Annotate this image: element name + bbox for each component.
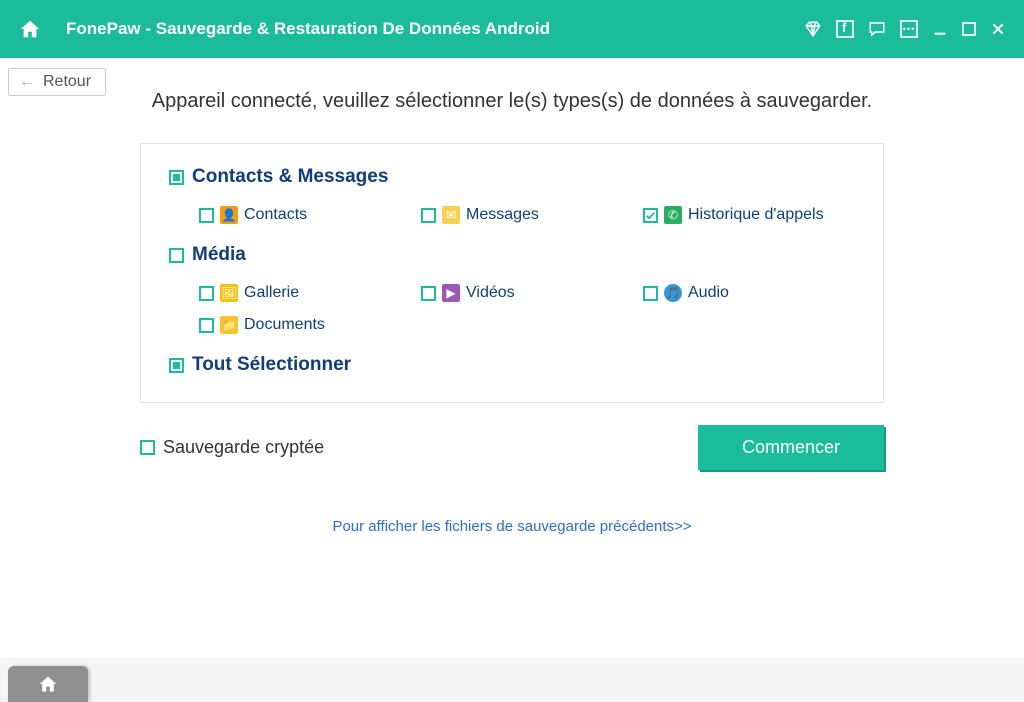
checkbox-category-media[interactable]: [169, 248, 184, 263]
bottom-home-tab[interactable]: [8, 666, 88, 702]
audio-icon: 🎵: [664, 284, 682, 302]
home-button[interactable]: [12, 11, 48, 47]
encrypted-backup-toggle[interactable]: Sauvegarde cryptée: [140, 437, 324, 458]
maximize-button[interactable]: [962, 22, 976, 36]
diamond-icon[interactable]: [804, 20, 822, 38]
body: ← Retour Appareil connecté, veuillez sél…: [0, 58, 1024, 658]
category-label: Média: [192, 244, 246, 266]
facebook-icon[interactable]: f: [836, 20, 854, 38]
close-button[interactable]: [990, 21, 1006, 37]
gallery-icon: 🖼: [220, 284, 238, 302]
checkbox-documents[interactable]: [199, 318, 214, 333]
checkbox-contacts[interactable]: [199, 208, 214, 223]
checkbox-encrypt[interactable]: [140, 440, 155, 455]
view-previous-backups-link[interactable]: Pour afficher les fichiers de sauvegarde…: [332, 518, 691, 535]
checkbox-call-log[interactable]: [643, 208, 658, 223]
category-select-all[interactable]: Tout Sélectionner: [169, 354, 855, 376]
item-gallery[interactable]: 🖼 Gallerie: [199, 284, 411, 302]
footer-row: Sauvegarde cryptée Commencer: [140, 425, 884, 470]
item-videos[interactable]: ▶ Vidéos: [421, 284, 633, 302]
more-icon[interactable]: •••: [900, 20, 918, 38]
back-label: Retour: [43, 73, 91, 91]
item-label: Gallerie: [244, 284, 299, 302]
back-button[interactable]: ← Retour: [8, 68, 106, 96]
item-documents[interactable]: 📁 Documents: [199, 316, 411, 334]
app-title: FonePaw - Sauvegarde & Restauration De D…: [66, 19, 804, 39]
phone-icon: ✆: [664, 206, 682, 224]
item-audio[interactable]: 🎵 Audio: [643, 284, 855, 302]
window-controls: f •••: [804, 20, 1006, 38]
page-heading: Appareil connecté, veuillez sélectionner…: [0, 58, 1024, 113]
items-contacts-messages: 👤 Contacts ✉ Messages ✆ Historique d'app…: [199, 206, 855, 224]
select-all-label: Tout Sélectionner: [192, 354, 351, 376]
contacts-icon: 👤: [220, 206, 238, 224]
encrypt-label: Sauvegarde cryptée: [163, 437, 324, 458]
start-button[interactable]: Commencer: [698, 425, 884, 470]
item-call-log[interactable]: ✆ Historique d'appels: [643, 206, 855, 224]
video-icon: ▶: [442, 284, 460, 302]
home-icon: [19, 18, 41, 40]
category-contacts-messages[interactable]: Contacts & Messages: [169, 166, 855, 188]
checkbox-messages[interactable]: [421, 208, 436, 223]
item-label: Historique d'appels: [688, 206, 824, 224]
folder-icon: 📁: [220, 316, 238, 334]
item-label: Messages: [466, 206, 539, 224]
messages-icon: ✉: [442, 206, 460, 224]
items-media: 🖼 Gallerie ▶ Vidéos 🎵 Audio 📁 Documents: [199, 284, 855, 334]
item-label: Vidéos: [466, 284, 515, 302]
category-media[interactable]: Média: [169, 244, 855, 266]
checkbox-select-all[interactable]: [169, 358, 184, 373]
arrow-left-icon: ←: [19, 73, 35, 91]
selection-panel: Contacts & Messages 👤 Contacts ✉ Message…: [140, 143, 884, 403]
checkbox-audio[interactable]: [643, 286, 658, 301]
checkbox-category-contacts[interactable]: [169, 170, 184, 185]
checkbox-videos[interactable]: [421, 286, 436, 301]
minimize-button[interactable]: [932, 21, 948, 37]
checkbox-gallery[interactable]: [199, 286, 214, 301]
item-messages[interactable]: ✉ Messages: [421, 206, 633, 224]
item-label: Audio: [688, 284, 729, 302]
item-label: Contacts: [244, 206, 307, 224]
category-label: Contacts & Messages: [192, 166, 388, 188]
item-contacts[interactable]: 👤 Contacts: [199, 206, 411, 224]
feedback-icon[interactable]: [868, 20, 886, 38]
home-icon: [38, 674, 58, 694]
titlebar: FonePaw - Sauvegarde & Restauration De D…: [0, 0, 1024, 58]
item-label: Documents: [244, 316, 325, 334]
history-link-row: Pour afficher les fichiers de sauvegarde…: [0, 518, 1024, 536]
